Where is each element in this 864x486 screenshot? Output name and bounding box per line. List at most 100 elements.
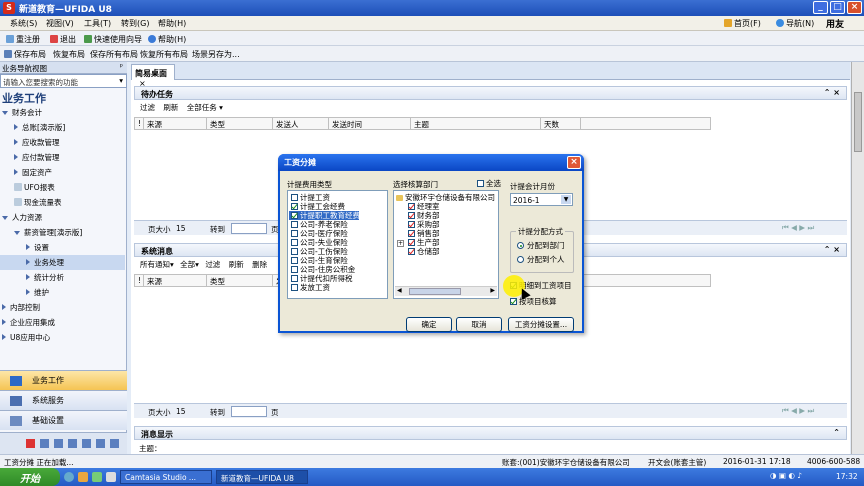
dept-node[interactable]: 仓储部	[408, 247, 440, 256]
browser-icon[interactable]	[64, 472, 74, 482]
cost-type-item[interactable]: 计提代扣所得税	[291, 274, 353, 283]
tree-item-integration[interactable]: 企业应用集成	[2, 315, 55, 330]
dept-node[interactable]: 采购部	[408, 220, 440, 229]
collapse-icon[interactable]: ⌃ ×	[824, 88, 840, 97]
checkbox[interactable]	[291, 221, 298, 228]
collapse-icon[interactable]: ⌃	[833, 428, 840, 437]
checkbox-checked[interactable]	[408, 212, 415, 219]
col-flag[interactable]: !	[135, 275, 144, 286]
col-days[interactable]: 天数	[541, 118, 581, 129]
settings-small-icon[interactable]	[54, 439, 63, 448]
scroll-thumb[interactable]	[854, 92, 862, 152]
checkbox[interactable]	[291, 239, 298, 246]
scroll-thumb[interactable]	[409, 288, 461, 295]
tree-item-statistics[interactable]: 统计分析	[26, 270, 64, 285]
checkbox-checked[interactable]	[291, 203, 298, 210]
cost-type-item[interactable]: 公司-养老保险	[291, 220, 348, 229]
restore-all-layouts-button[interactable]: 恢复所有布局	[140, 49, 188, 60]
dialog-close-button[interactable]: ×	[567, 156, 581, 169]
col-sender[interactable]: 发送人	[273, 118, 329, 129]
quick-wizard-button[interactable]: 快速使用向导	[84, 34, 142, 45]
list-icon[interactable]	[82, 439, 91, 448]
menu-system[interactable]: 系统(S)	[10, 18, 37, 29]
nav-system-service[interactable]: 系统服务	[0, 390, 127, 410]
cost-type-item[interactable]: 公司-生育保险	[291, 256, 348, 265]
checkbox-checked[interactable]	[408, 221, 415, 228]
nav-business-work[interactable]: 业务工作	[0, 370, 127, 390]
tree-item-cashflow[interactable]: 现金流量表	[14, 195, 62, 210]
checkbox-checked[interactable]	[408, 248, 415, 255]
chevron-down-icon[interactable]: ▾	[119, 76, 123, 85]
dept-node[interactable]: 经理室	[408, 202, 440, 211]
tray-icons[interactable]: ◑ ▣ ◐ ♪	[770, 471, 802, 480]
exit-button[interactable]: 退出	[50, 34, 76, 45]
window-icon[interactable]	[96, 439, 105, 448]
tree-item-finance[interactable]: 财务会计	[2, 105, 42, 120]
tree-item-hr[interactable]: 人力资源	[2, 210, 42, 225]
col-source[interactable]: 来源	[144, 275, 207, 286]
radio-selected[interactable]	[517, 242, 524, 249]
app-icon[interactable]	[92, 472, 102, 482]
cost-type-item[interactable]: 计提工会经费	[291, 202, 345, 211]
alloc-dept-radio[interactable]: 分配到部门	[517, 240, 565, 251]
checkbox-checked[interactable]	[291, 212, 298, 219]
tree-item-gl[interactable]: 总账[演示版]	[14, 120, 65, 135]
checkbox[interactable]	[291, 266, 298, 273]
folder-icon[interactable]	[78, 472, 88, 482]
cost-type-item[interactable]: 公司-工伤保险	[291, 247, 348, 256]
cancel-button[interactable]: 取消	[456, 317, 502, 332]
menu-goto[interactable]: 转到(G)	[121, 18, 149, 29]
col-subject[interactable]: 主题	[411, 118, 541, 129]
company-node[interactable]: 安徽环宇仓储设备有限公司	[396, 193, 495, 202]
taskbar-u8[interactable]: 新道教育—UFIDA U8	[216, 470, 308, 484]
msg-delete-button[interactable]: 删除	[252, 260, 267, 269]
scroll-left-icon[interactable]: ◀	[397, 287, 402, 294]
checkbox-checked[interactable]	[510, 298, 517, 305]
home-link[interactable]: 首页(F)	[724, 18, 761, 29]
col-type[interactable]: 类型	[207, 118, 273, 129]
goto-page-input[interactable]	[231, 223, 267, 234]
msg-refresh-button[interactable]: 刷新	[229, 260, 244, 269]
alloc-person-radio[interactable]: 分配到个人	[517, 254, 565, 265]
all-tasks-dropdown[interactable]: 全部任务 ▾	[187, 103, 223, 112]
month-select[interactable]: 2016-1 ▼	[510, 193, 573, 206]
dept-node[interactable]: 财务部	[408, 211, 440, 220]
menu-tools[interactable]: 工具(T)	[84, 18, 111, 29]
config-icon[interactable]	[110, 439, 119, 448]
tree-item-app-center[interactable]: U8应用中心	[2, 330, 50, 345]
menu-help[interactable]: 帮助(H)	[158, 18, 186, 29]
checkbox[interactable]	[291, 230, 298, 237]
save-all-layouts-button[interactable]: 保存所有布局	[90, 49, 138, 60]
nav-link[interactable]: 导航(N)	[776, 18, 814, 29]
save-scene-as-button[interactable]: 场景另存为...	[192, 49, 240, 60]
tree-item-ufo[interactable]: UFO报表	[14, 180, 55, 195]
checkbox-checked[interactable]	[408, 203, 415, 210]
checkbox-checked[interactable]	[408, 230, 415, 237]
select-all-checkbox[interactable]: 全选	[477, 178, 501, 189]
all-dropdown[interactable]: 全部▾	[180, 260, 199, 269]
checkbox-checked[interactable]	[408, 239, 415, 246]
tree-item-maintain[interactable]: 维护	[26, 285, 49, 300]
grid-icon[interactable]	[68, 439, 77, 448]
save-layout-button[interactable]: 保存布局	[4, 49, 46, 60]
checkbox[interactable]	[291, 275, 298, 282]
tree-item-internal-control[interactable]: 内部控制	[2, 300, 40, 315]
pager-nav-icons[interactable]: ⏮ ◀ ▶ ⏭	[782, 406, 814, 416]
sidebar-search-input[interactable]: 请输入您要搜索的功能 ▾	[0, 74, 127, 88]
cost-type-item[interactable]: 公司-住房公积金	[291, 265, 355, 274]
cost-type-item[interactable]: 发放工资	[291, 283, 330, 292]
filter-button[interactable]: 过滤	[140, 103, 155, 112]
maximize-button[interactable]: □	[830, 1, 845, 14]
taskbar-camtasia[interactable]: Camtasia Studio ...	[120, 470, 212, 484]
close-button[interactable]: ×	[847, 1, 862, 14]
dept-node[interactable]: + 生产部	[397, 238, 440, 247]
nav-basic-settings[interactable]: 基础设置	[0, 410, 127, 430]
relogin-button[interactable]: 重注册	[6, 34, 40, 45]
checkbox[interactable]	[291, 257, 298, 264]
checkbox[interactable]	[291, 248, 298, 255]
project-checkbox[interactable]: 按项目核算	[510, 296, 557, 307]
tree-item-settings[interactable]: 设置	[26, 240, 49, 255]
allocation-settings-button[interactable]: 工资分摊设置...	[508, 317, 574, 332]
goto-page-input[interactable]	[231, 406, 267, 417]
chevron-down-icon[interactable]: ▼	[561, 195, 571, 204]
